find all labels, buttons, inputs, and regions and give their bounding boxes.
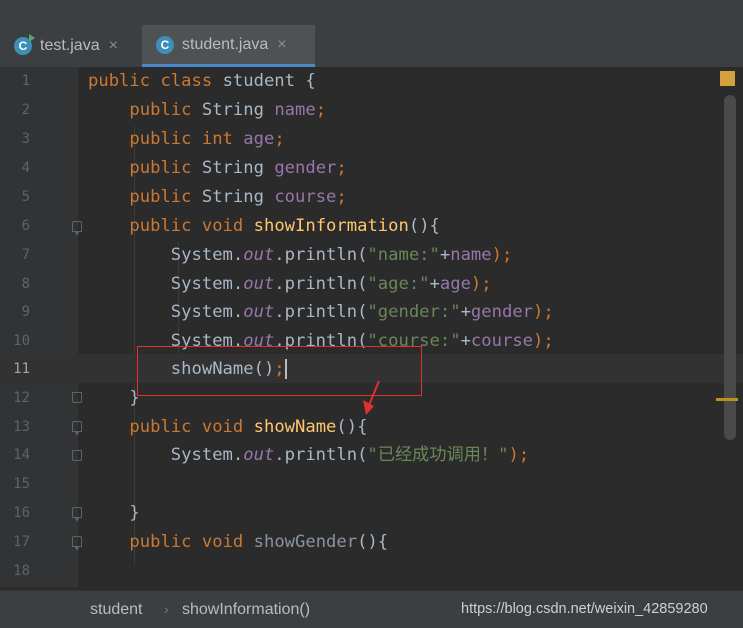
line-number: 10	[13, 333, 30, 349]
fold-end-icon[interactable]	[72, 392, 82, 403]
fold-end-icon[interactable]	[72, 507, 82, 522]
line-number: 9	[21, 304, 30, 320]
java-class-run-icon: C	[14, 34, 35, 55]
line-number: 18	[13, 563, 30, 579]
code-line: public class student {	[88, 71, 316, 91]
fold-end-icon[interactable]	[72, 450, 82, 461]
fold-toggle-icon[interactable]	[72, 421, 82, 436]
code-line: public int age;	[129, 129, 285, 149]
code-line: public void showGender(){	[129, 532, 389, 552]
tab-label: test.java	[40, 37, 100, 54]
line-number: 13	[13, 419, 30, 435]
java-class-icon: C	[156, 35, 174, 54]
line-number: 3	[21, 131, 30, 147]
tab-test-java[interactable]: C test.java ×	[14, 25, 136, 67]
editor-tab-bar: C test.java × C student.java ×	[0, 25, 743, 68]
inspection-status-icon[interactable]	[720, 71, 735, 86]
breadcrumb-separator-icon: ›	[164, 601, 169, 617]
line-number: 1	[21, 73, 30, 89]
code-line: public void showInformation(){	[129, 216, 440, 236]
annotation-arrow-icon	[363, 380, 380, 415]
watermark-text: https://blog.csdn.net/weixin_42859280	[461, 601, 708, 617]
vertical-scrollbar[interactable]	[724, 95, 736, 440]
breadcrumb-bar: student › showInformation() https://blog…	[0, 590, 743, 628]
code-line: }	[129, 388, 140, 408]
line-number: 5	[21, 189, 30, 205]
line-number-current: 11	[13, 361, 30, 377]
code-line: public void showName(){	[129, 417, 368, 437]
line-number: 4	[21, 160, 30, 176]
close-icon[interactable]: ×	[109, 37, 118, 55]
window-top-strip	[0, 0, 743, 26]
close-icon[interactable]: ×	[277, 36, 286, 54]
code-line: }	[129, 503, 140, 523]
code-line: System.out.println("已经成功调用！");	[170, 445, 530, 465]
tab-label: student.java	[182, 35, 269, 53]
fold-toggle-icon[interactable]	[72, 536, 82, 551]
code-line: public String course;	[129, 187, 347, 207]
line-number: 12	[13, 390, 30, 406]
code-line: System.out.println("age:"+age);	[170, 274, 492, 294]
line-number: 17	[13, 534, 30, 550]
warning-stripe-marker[interactable]	[716, 398, 738, 401]
breadcrumb-method[interactable]: showInformation()	[182, 591, 310, 628]
code-line: System.out.println("gender:"+gender);	[170, 302, 554, 322]
line-number: 15	[13, 476, 30, 492]
line-number: 16	[13, 505, 30, 521]
code-line: public String name;	[129, 100, 327, 120]
line-number: 8	[21, 276, 30, 292]
line-number: 2	[21, 102, 30, 118]
line-number: 14	[13, 447, 30, 463]
line-number: 6	[21, 218, 30, 234]
tab-student-java[interactable]: C student.java ×	[142, 25, 315, 67]
code-line: System.out.println("name:"+name);	[170, 245, 513, 265]
breadcrumb-class[interactable]: student	[90, 591, 142, 628]
line-number: 7	[21, 247, 30, 263]
fold-toggle-icon[interactable]	[72, 221, 82, 236]
code-line: public String gender;	[129, 158, 347, 178]
